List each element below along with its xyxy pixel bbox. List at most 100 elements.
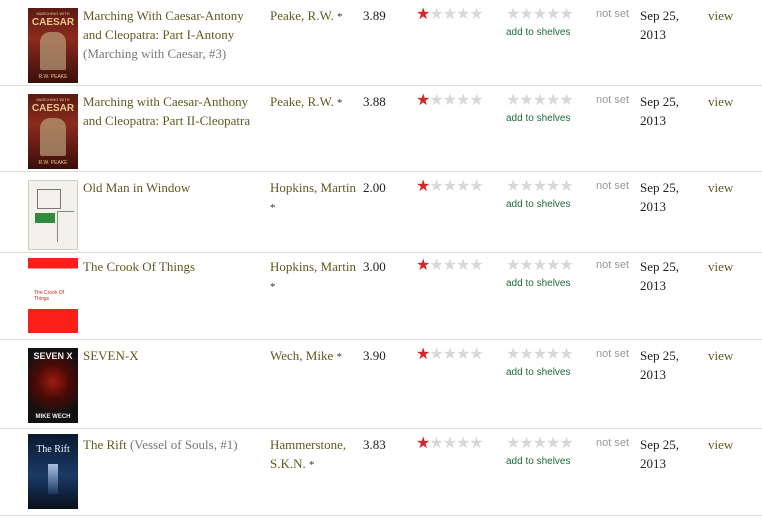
author[interactable]: Hopkins, Martin *: [270, 178, 362, 218]
star-icon[interactable]: ★: [456, 4, 470, 23]
date-read[interactable]: not set: [596, 259, 629, 271]
title-link[interactable]: The Crook Of Things: [83, 259, 195, 274]
empty-star-icon[interactable]: ★: [519, 176, 533, 195]
add-to-shelves-link[interactable]: add to shelves: [506, 113, 571, 124]
empty-star-icon[interactable]: ★: [506, 344, 520, 363]
empty-star-icon[interactable]: ★: [533, 344, 547, 363]
empty-star-icon[interactable]: ★: [546, 255, 560, 274]
view-link[interactable]: view: [708, 346, 733, 365]
date-read[interactable]: not set: [596, 180, 629, 192]
book-cover[interactable]: MARCHING WITH CAESAR R.W. PEAKE: [28, 94, 78, 169]
rating-stars[interactable]: ★★★★★: [416, 344, 484, 363]
date-read[interactable]: not set: [596, 348, 629, 360]
title-link[interactable]: Marching With Caesar-Antony and Cleopatr…: [83, 8, 244, 42]
star-icon[interactable]: ★: [429, 344, 443, 363]
shelf-rating-stars[interactable]: ★★★★★: [506, 255, 574, 274]
title-link[interactable]: The Rift: [83, 437, 127, 452]
star-icon[interactable]: ★: [429, 433, 443, 452]
shelf-rating-stars[interactable]: ★★★★★: [506, 4, 574, 23]
add-to-shelves-link[interactable]: add to shelves: [506, 278, 571, 289]
author-link[interactable]: Hopkins, Martin: [270, 180, 356, 195]
star-icon[interactable]: ★: [456, 90, 470, 109]
star-icon[interactable]: ★: [469, 176, 483, 195]
empty-star-icon[interactable]: ★: [519, 433, 533, 452]
book-cover[interactable]: SEVEN X MIKE WECH: [28, 348, 78, 423]
rating-stars[interactable]: ★★★★★: [416, 433, 484, 452]
add-to-shelves-link[interactable]: add to shelves: [506, 367, 571, 378]
empty-star-icon[interactable]: ★: [559, 90, 573, 109]
date-read[interactable]: not set: [596, 437, 629, 449]
empty-star-icon[interactable]: ★: [519, 344, 533, 363]
book-title[interactable]: SEVEN-X: [83, 346, 263, 365]
rating-stars[interactable]: ★★★★★: [416, 176, 484, 195]
book-title[interactable]: Marching With Caesar-Antony and Cleopatr…: [83, 6, 263, 63]
empty-star-icon[interactable]: ★: [546, 90, 560, 109]
author-link[interactable]: Hopkins, Martin: [270, 259, 356, 274]
star-icon[interactable]: ★: [416, 255, 430, 274]
empty-star-icon[interactable]: ★: [506, 176, 520, 195]
empty-star-icon[interactable]: ★: [533, 176, 547, 195]
author[interactable]: Wech, Mike *: [270, 346, 362, 367]
add-to-shelves-link[interactable]: add to shelves: [506, 199, 571, 210]
star-icon[interactable]: ★: [429, 176, 443, 195]
author-link[interactable]: Peake, R.W.: [270, 8, 334, 23]
star-icon[interactable]: ★: [469, 433, 483, 452]
empty-star-icon[interactable]: ★: [559, 433, 573, 452]
view-link[interactable]: view: [708, 6, 733, 25]
book-cover[interactable]: The Crook Of Things: [28, 258, 78, 333]
add-to-shelves-link[interactable]: add to shelves: [506, 456, 571, 467]
star-icon[interactable]: ★: [469, 255, 483, 274]
empty-star-icon[interactable]: ★: [559, 4, 573, 23]
star-icon[interactable]: ★: [469, 90, 483, 109]
empty-star-icon[interactable]: ★: [506, 90, 520, 109]
empty-star-icon[interactable]: ★: [506, 4, 520, 23]
star-icon[interactable]: ★: [443, 344, 457, 363]
star-icon[interactable]: ★: [456, 344, 470, 363]
view-link[interactable]: view: [708, 435, 733, 454]
star-icon[interactable]: ★: [456, 433, 470, 452]
star-icon[interactable]: ★: [429, 255, 443, 274]
title-link[interactable]: Old Man in Window: [83, 180, 190, 195]
empty-star-icon[interactable]: ★: [559, 176, 573, 195]
star-icon[interactable]: ★: [429, 4, 443, 23]
book-cover[interactable]: [28, 180, 78, 250]
rating-stars[interactable]: ★★★★★: [416, 255, 484, 274]
title-link[interactable]: Marching with Caesar-Anthony and Cleopat…: [83, 94, 250, 128]
empty-star-icon[interactable]: ★: [533, 255, 547, 274]
author-link[interactable]: Wech, Mike: [270, 348, 333, 363]
book-title[interactable]: Marching with Caesar-Anthony and Cleopat…: [83, 92, 263, 130]
empty-star-icon[interactable]: ★: [533, 90, 547, 109]
author[interactable]: Peake, R.W. *: [270, 92, 362, 113]
date-read[interactable]: not set: [596, 94, 629, 106]
empty-star-icon[interactable]: ★: [506, 255, 520, 274]
empty-star-icon[interactable]: ★: [519, 4, 533, 23]
star-icon[interactable]: ★: [443, 433, 457, 452]
add-to-shelves-link[interactable]: add to shelves: [506, 27, 571, 38]
empty-star-icon[interactable]: ★: [519, 90, 533, 109]
author[interactable]: Hopkins, Martin *: [270, 257, 362, 297]
shelf-rating-stars[interactable]: ★★★★★: [506, 90, 574, 109]
empty-star-icon[interactable]: ★: [546, 344, 560, 363]
book-cover[interactable]: The Rift: [28, 434, 78, 509]
book-cover[interactable]: MARCHING WITH CAESAR R.W. PEAKE: [28, 8, 78, 83]
empty-star-icon[interactable]: ★: [506, 433, 520, 452]
rating-stars[interactable]: ★★★★★: [416, 4, 484, 23]
shelf-rating-stars[interactable]: ★★★★★: [506, 433, 574, 452]
view-link[interactable]: view: [708, 257, 733, 276]
star-icon[interactable]: ★: [443, 255, 457, 274]
title-link[interactable]: SEVEN-X: [83, 348, 139, 363]
star-icon[interactable]: ★: [456, 176, 470, 195]
book-title[interactable]: Old Man in Window: [83, 178, 263, 197]
empty-star-icon[interactable]: ★: [533, 433, 547, 452]
star-icon[interactable]: ★: [416, 176, 430, 195]
star-icon[interactable]: ★: [443, 90, 457, 109]
view-link[interactable]: view: [708, 178, 733, 197]
shelf-rating-stars[interactable]: ★★★★★: [506, 344, 574, 363]
author-link[interactable]: Peake, R.W.: [270, 94, 334, 109]
author[interactable]: Peake, R.W. *: [270, 6, 362, 27]
empty-star-icon[interactable]: ★: [546, 176, 560, 195]
star-icon[interactable]: ★: [429, 90, 443, 109]
rating-stars[interactable]: ★★★★★: [416, 90, 484, 109]
empty-star-icon[interactable]: ★: [559, 344, 573, 363]
star-icon[interactable]: ★: [416, 90, 430, 109]
